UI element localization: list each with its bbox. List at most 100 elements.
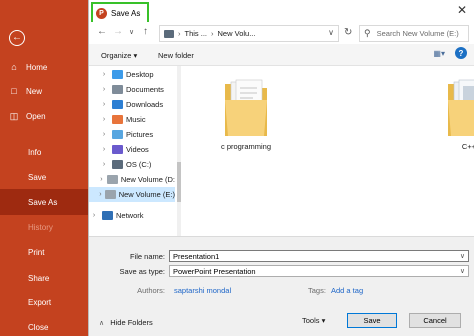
sidebar-item-new[interactable]: □ New: [0, 80, 88, 102]
chevron-right-icon[interactable]: ›: [99, 176, 104, 183]
tree-item-documents[interactable]: › Documents: [89, 82, 175, 97]
folder-label: c programming: [220, 142, 272, 151]
drive-icon: [112, 160, 123, 169]
sidebar-item-print[interactable]: Print: [0, 241, 88, 263]
help-icon[interactable]: ?: [455, 47, 467, 59]
chevron-right-icon[interactable]: ›: [99, 101, 109, 108]
tree-item-videos[interactable]: › Videos: [89, 142, 175, 157]
videos-icon: [112, 145, 123, 154]
chevron-right-icon[interactable]: ›: [89, 212, 99, 219]
organize-button[interactable]: Organize ▾: [101, 51, 137, 60]
view-options-icon[interactable]: ▦▾: [433, 49, 445, 58]
address-row: ← → ∨ ↑ › This ... › New Volu... ∨ ↻ ⚲ S…: [89, 22, 474, 44]
tree-item-network[interactable]: › Network: [89, 208, 175, 223]
search-input[interactable]: ⚲ Search New Volume (E:): [359, 25, 469, 42]
chevron-right-icon[interactable]: ›: [99, 146, 109, 153]
tree-item-desktop[interactable]: › Desktop: [89, 67, 175, 82]
backstage-sidebar: ← ⌂ Home □ New ◫ Open Info Save Save As …: [0, 0, 88, 336]
sidebar-item-label: Export: [28, 297, 52, 307]
back-nav-icon[interactable]: ←: [97, 26, 107, 37]
folder-icon: [225, 79, 267, 136]
sidebar-item-close[interactable]: Close: [0, 316, 88, 336]
file-name-value: Presentation1: [173, 251, 220, 261]
tree-item-new-volume-e[interactable]: › New Volume (E:): [89, 187, 175, 202]
hide-folders-toggle[interactable]: ∧ Hide Folders: [99, 318, 153, 327]
close-icon[interactable]: ✕: [457, 3, 467, 17]
open-folder-icon: ◫: [9, 110, 19, 121]
tree-item-label: Downloads: [126, 100, 164, 109]
drive-icon: [104, 190, 116, 199]
tree-item-label: Network: [116, 211, 144, 220]
chevron-right-icon[interactable]: ›: [99, 116, 109, 123]
computer-icon: [164, 29, 174, 38]
tree-item-label: Videos: [126, 145, 149, 154]
hide-folders-label: Hide Folders: [110, 318, 153, 327]
navigation-tree: › Desktop › Documents › Downloads › Musi…: [89, 66, 181, 236]
address-bar[interactable]: › This ... › New Volu... ∨: [159, 25, 339, 42]
sidebar-item-save[interactable]: Save: [0, 166, 88, 188]
tree-item-downloads[interactable]: › Downloads: [89, 97, 175, 112]
file-name-label: File name:: [129, 252, 165, 261]
folder-icon: [448, 79, 474, 136]
forward-nav-icon[interactable]: →: [113, 26, 123, 37]
tree-item-music[interactable]: › Music: [89, 112, 175, 127]
folder-item[interactable]: c programming: [218, 78, 274, 151]
refresh-icon[interactable]: ↻: [344, 27, 352, 38]
chevron-down-icon[interactable]: ∨: [460, 252, 465, 260]
file-name-field[interactable]: Presentation1 ∨: [169, 250, 469, 262]
sidebar-item-label: New: [26, 86, 43, 96]
pictures-icon: [112, 130, 123, 139]
chevron-down-icon[interactable]: ∨: [460, 267, 465, 275]
tree-item-label: New Volume (D:: [120, 175, 175, 184]
save-type-select[interactable]: PowerPoint Presentation ∨: [169, 265, 469, 277]
save-button[interactable]: Save: [347, 313, 397, 328]
search-icon: ⚲: [364, 28, 371, 38]
cancel-button[interactable]: Cancel: [409, 313, 461, 328]
tree-item-label: Pictures: [126, 130, 154, 139]
sidebar-item-label: Save As: [28, 197, 58, 207]
powerpoint-icon: P: [96, 8, 107, 19]
save-as-dialog: ✕ P Save As ← → ∨ ↑ › This ... › New Vol…: [88, 0, 474, 336]
sidebar-item-share[interactable]: Share: [0, 267, 88, 289]
sidebar-item-export[interactable]: Export: [0, 291, 88, 313]
sidebar-item-label: History: [28, 222, 53, 232]
network-icon: [102, 211, 113, 220]
chevron-right-icon: ›: [211, 29, 214, 38]
sidebar-item-label: Save: [28, 172, 47, 182]
chevron-right-icon[interactable]: ›: [99, 71, 109, 78]
chevron-down-icon[interactable]: ∨: [328, 28, 334, 37]
tags-value[interactable]: Add a tag: [331, 286, 363, 295]
documents-icon: [112, 85, 123, 94]
chevron-right-icon[interactable]: ›: [99, 131, 109, 138]
sidebar-item-label: Home: [26, 62, 48, 72]
chevron-right-icon[interactable]: ›: [99, 86, 109, 93]
tree-item-label: Desktop: [126, 70, 154, 79]
tree-item-label: Music: [126, 115, 146, 124]
address-segment[interactable]: New Volu...: [218, 29, 256, 38]
chevron-right-icon[interactable]: ›: [99, 161, 109, 168]
address-segment[interactable]: This ...: [185, 29, 208, 38]
sidebar-item-home[interactable]: ⌂ Home: [0, 56, 88, 78]
new-document-icon: □: [11, 86, 17, 96]
tree-item-pictures[interactable]: › Pictures: [89, 127, 175, 142]
authors-label: Authors:: [137, 286, 165, 295]
sidebar-item-open[interactable]: ◫ Open: [0, 105, 88, 127]
chevron-right-icon: ›: [178, 29, 181, 38]
recent-dropdown-icon[interactable]: ∨: [129, 28, 134, 36]
tree-item-label: OS (C:): [126, 160, 152, 169]
up-nav-icon[interactable]: ↑: [143, 26, 148, 37]
tools-dropdown[interactable]: Tools ▾: [302, 316, 325, 325]
sidebar-item-info[interactable]: Info: [0, 141, 88, 163]
new-folder-button[interactable]: New folder: [158, 51, 194, 60]
sidebar-item-label: Print: [28, 247, 45, 257]
music-icon: [112, 115, 123, 124]
folder-item[interactable]: C++: [441, 78, 474, 151]
tree-item-os-c[interactable]: › OS (C:): [89, 157, 175, 172]
sidebar-item-label: Open: [26, 111, 46, 121]
back-arrow-icon[interactable]: ←: [9, 30, 25, 46]
chevron-right-icon[interactable]: ›: [99, 191, 102, 198]
save-type-label: Save as type:: [119, 267, 165, 276]
sidebar-item-save-as[interactable]: Save As: [0, 189, 88, 215]
authors-value[interactable]: saptarshi mondal: [174, 286, 231, 295]
tree-item-new-volume-d[interactable]: › New Volume (D:: [89, 172, 175, 187]
